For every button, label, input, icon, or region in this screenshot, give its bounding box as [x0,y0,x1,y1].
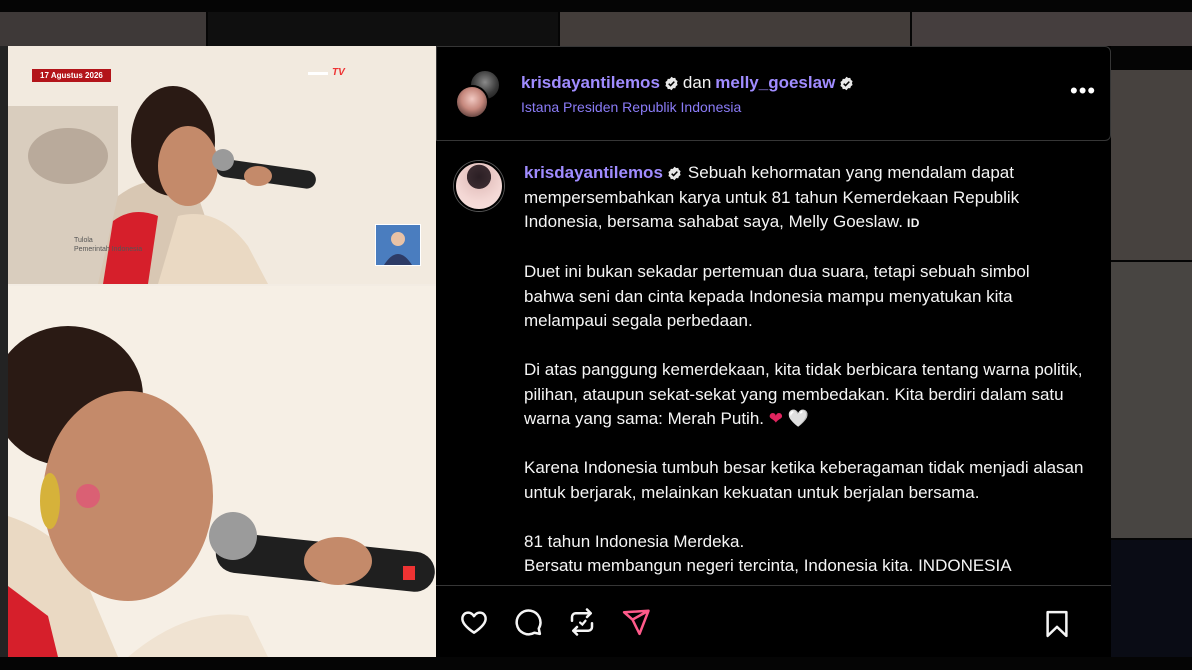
flag-tag: ID [906,216,920,230]
lower-third-name: Tulola [74,237,93,244]
author-link[interactable]: krisdayantilemos [521,72,660,94]
date-badge: 17 Agustus 2026 [32,69,111,82]
video-frame-top: 17 Agustus 2026 ▬▬ TV Tulola Pemerintah I… [8,46,436,284]
caption-author-link[interactable]: krisdayantilemos [524,163,663,182]
red-heart-emoji: ❤ [768,409,783,428]
avatar-krisdayanti[interactable] [455,84,489,119]
save-button[interactable] [1039,606,1075,642]
collaborator-link[interactable]: melly_goeslaw [715,72,835,94]
interpreter-icon [384,232,412,265]
caption-paragraph: 81 tahun Indonesia Merdeka. Bersatu memb… [524,530,1084,579]
caption-paragraph: Di atas panggung kemerdekaan, kita tidak… [524,358,1084,432]
more-options-button[interactable]: ••• [1070,80,1096,107]
channel-logo: ▬▬ TV [308,67,345,78]
caption-paragraph: krisdayantilemos Sebuah kehormatan yang … [524,161,1084,236]
header-authors: krisdayantilemos dan melly_goeslaw [521,72,854,94]
comment-icon [515,608,542,636]
collab-avatars[interactable] [455,68,505,119]
caption-text: krisdayantilemos Sebuah kehormatan yang … [524,161,1084,585]
post-panel: krisdayantilemos dan melly_goeslaw Istan… [436,46,1111,657]
caption-p2: Duet ini bukan sekadar pertemuan dua sua… [524,262,1030,330]
sign-language-inset [375,224,421,266]
post-media[interactable]: 17 Agustus 2026 ▬▬ TV Tulola Pemerintah I… [8,46,436,657]
white-heart-emoji: 🤍 [787,409,809,428]
bookmark-icon [1046,610,1068,638]
post-header: krisdayantilemos dan melly_goeslaw Istan… [436,46,1111,141]
location-link[interactable]: Istana Presiden Republik Indonesia [521,99,854,115]
caption-avatar[interactable] [454,161,504,211]
share-icon [622,609,650,635]
lower-third-sub: Pemerintah Indonesia [74,246,143,253]
caption-p6: Bersatu membangun negeri tercinta, Indon… [524,556,1012,575]
repost-button[interactable] [564,604,600,640]
verified-badge-icon [840,76,853,90]
share-button[interactable] [618,604,654,640]
performer-illustration-bottom [8,286,436,657]
video-frame-bottom [8,286,436,657]
conjunction-text: dan [682,73,712,92]
comment-button[interactable] [510,604,546,640]
caption-p5: 81 tahun Indonesia Merdeka. [524,531,745,551]
header-text: krisdayantilemos dan melly_goeslaw Istan… [521,72,854,115]
heart-icon [461,610,487,634]
lower-third: Tulola Pemerintah Indonesia [74,236,142,254]
like-button[interactable] [456,604,492,640]
post-modal: 17 Agustus 2026 ▬▬ TV Tulola Pemerintah I… [8,46,1111,657]
verified-badge-icon [665,76,678,90]
caption-p4: Karena Indonesia tumbuh besar ketika keb… [524,458,1084,502]
repost-icon [570,607,594,636]
caption-area[interactable]: krisdayantilemos Sebuah kehormatan yang … [436,141,1111,585]
action-bar [436,585,1111,657]
verified-badge-icon [668,166,681,181]
